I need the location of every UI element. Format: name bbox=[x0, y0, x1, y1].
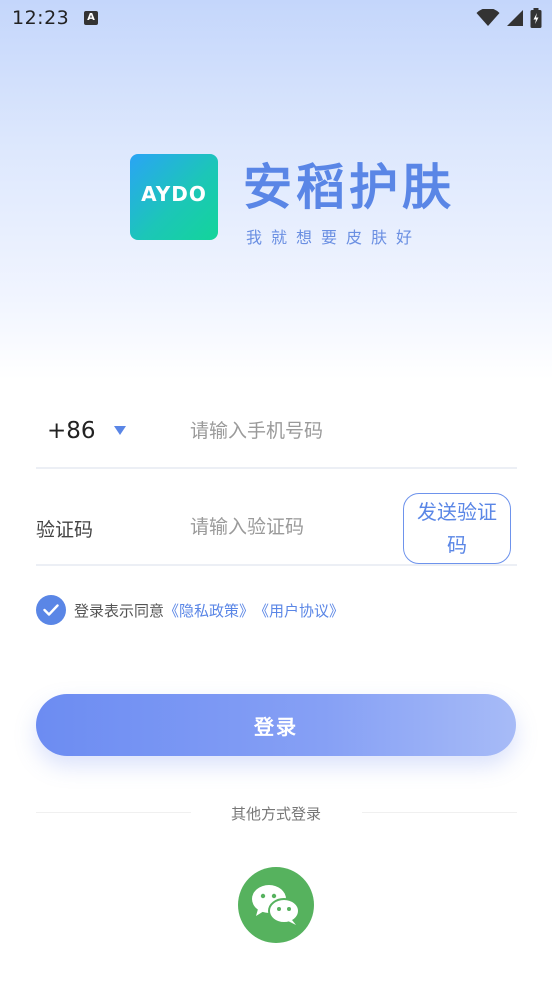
wechat-login-button[interactable] bbox=[238, 867, 314, 943]
country-dropdown-caret-icon[interactable] bbox=[114, 426, 126, 435]
status-time: 12:23 bbox=[12, 7, 70, 29]
agree-checkbox[interactable] bbox=[36, 595, 66, 625]
brand-title: 安稻护肤 bbox=[243, 159, 456, 216]
check-icon bbox=[43, 604, 59, 616]
phone-row: +86 bbox=[36, 400, 517, 469]
wechat-icon bbox=[252, 885, 300, 925]
phone-input[interactable] bbox=[190, 420, 510, 442]
privacy-policy-link[interactable]: 《隐私政策》 bbox=[164, 600, 254, 621]
user-agreement-link[interactable]: 《用户协议》 bbox=[254, 600, 344, 621]
status-icons bbox=[476, 8, 542, 28]
login-button[interactable]: 登录 bbox=[36, 694, 516, 756]
status-bar: 12:23 A bbox=[0, 0, 552, 38]
country-code[interactable]: +86 bbox=[47, 418, 96, 444]
code-label: 验证码 bbox=[36, 519, 94, 541]
wifi-icon bbox=[476, 9, 500, 26]
signal-icon bbox=[507, 10, 523, 26]
notification-a-icon: A bbox=[84, 11, 98, 25]
agreement-row: 登录表示同意 《隐私政策》 《用户协议》 bbox=[36, 595, 344, 625]
battery-charging-icon bbox=[530, 8, 542, 28]
brand-slogan: 我就想要皮肤好 bbox=[246, 228, 422, 247]
code-row: 验证码 发送验证码 bbox=[36, 493, 517, 566]
code-input[interactable] bbox=[190, 516, 390, 538]
agreement-text: 登录表示同意 bbox=[74, 601, 165, 620]
other-login-label: 其他方式登录 bbox=[230, 805, 321, 823]
app-logo: AYDO bbox=[130, 154, 218, 240]
logo-text: AYDO bbox=[141, 182, 207, 206]
send-code-button[interactable]: 发送验证码 bbox=[403, 493, 511, 564]
